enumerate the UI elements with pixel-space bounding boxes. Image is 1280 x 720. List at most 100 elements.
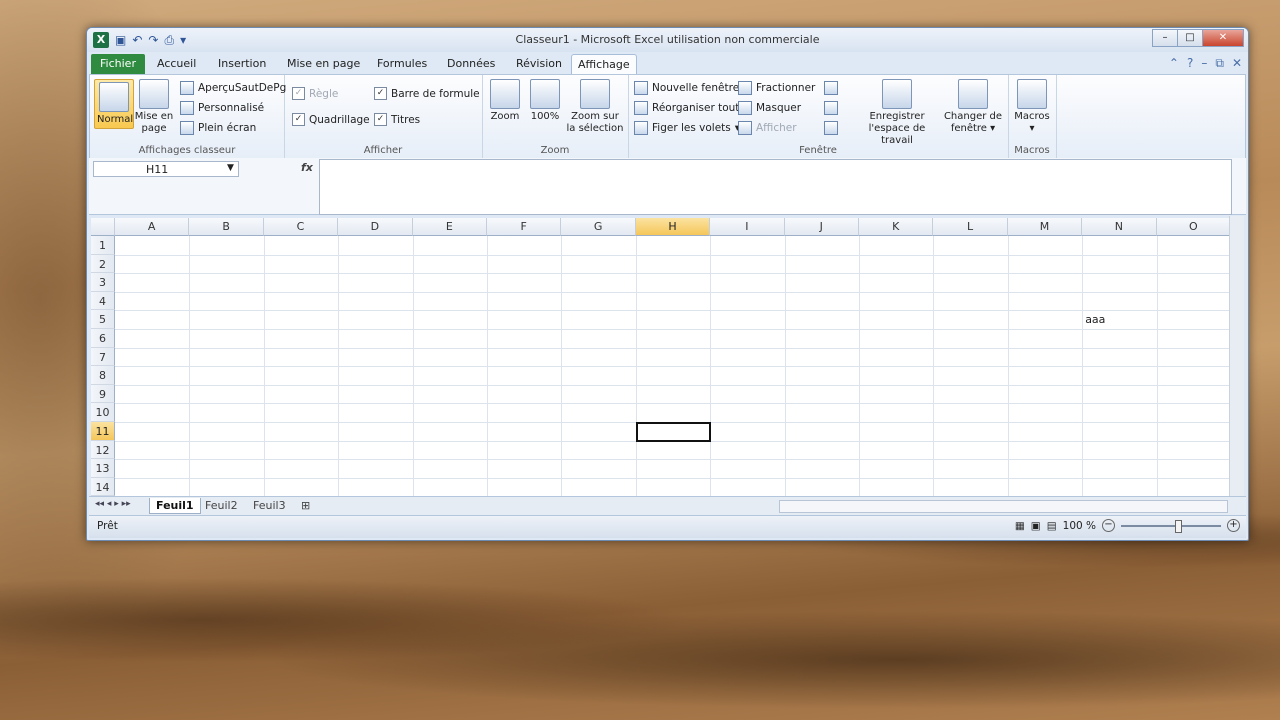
row-header-13[interactable]: 13 bbox=[91, 459, 115, 478]
horizontal-scrollbar[interactable] bbox=[779, 500, 1228, 513]
insert-sheet-icon[interactable]: ⊞ bbox=[295, 498, 316, 513]
row-header-2[interactable]: 2 bbox=[91, 254, 115, 274]
grid-line bbox=[115, 329, 1229, 330]
switch-windows-button[interactable]: Changer de fenêtre ▾ bbox=[942, 79, 1004, 135]
selected-cell[interactable] bbox=[635, 422, 712, 442]
column-header-f[interactable]: F bbox=[487, 218, 562, 236]
column-header-d[interactable]: D bbox=[338, 218, 413, 236]
column-header-c[interactable]: C bbox=[263, 218, 339, 236]
ruler-checkbox[interactable]: ✓ Règle bbox=[292, 87, 338, 100]
arrange-all-button[interactable]: Réorganiser tout bbox=[634, 101, 739, 115]
custom-views-button[interactable]: Personnalisé bbox=[180, 101, 264, 115]
row-header-10[interactable]: 10 bbox=[91, 403, 115, 422]
split-icon bbox=[738, 81, 752, 95]
column-header-j[interactable]: J bbox=[784, 218, 859, 236]
grid-line bbox=[115, 310, 1229, 312]
column-header-i[interactable]: I bbox=[710, 218, 785, 236]
group-afficher: ✓ Règle ✓ Quadrillage ✓ Barre de formule ✓ T… bbox=[284, 75, 483, 158]
macros-button[interactable]: Macros ▾ bbox=[1014, 79, 1050, 135]
zoom-button[interactable]: Zoom bbox=[488, 79, 522, 123]
full-screen-button[interactable]: Plein écran bbox=[180, 121, 256, 135]
sheet-tab-bar: ◂◂ ◂ ▸ ▸▸ Feuil1 Feuil2 Feuil3 ⊞ bbox=[89, 496, 1246, 515]
name-box-dropdown-icon[interactable]: ▼ bbox=[227, 163, 234, 173]
minimize-ribbon-icon[interactable]: ⌃ bbox=[1169, 56, 1179, 71]
row-header-7[interactable]: 7 bbox=[91, 347, 115, 367]
column-header-n[interactable]: N bbox=[1082, 218, 1157, 236]
tab-affichage[interactable]: Affichage bbox=[571, 54, 637, 75]
select-all-corner[interactable] bbox=[91, 218, 115, 236]
zoom-in-icon[interactable]: + bbox=[1227, 519, 1240, 532]
headings-checkbox[interactable]: ✓ Titres bbox=[374, 113, 420, 126]
tab-fichier[interactable]: Fichier bbox=[91, 54, 145, 74]
sheet-tab-feuil1[interactable]: Feuil1 bbox=[149, 498, 201, 514]
column-header-o[interactable]: O bbox=[1156, 218, 1229, 236]
ribbon-right-icons: ⌃ ? – ⧉ ✕ bbox=[1169, 56, 1242, 71]
unhide-button: Afficher bbox=[738, 121, 797, 135]
row-header-4[interactable]: 4 bbox=[91, 291, 115, 311]
row-header-12[interactable]: 12 bbox=[91, 440, 115, 460]
tab-revision[interactable]: Révision bbox=[510, 54, 568, 74]
tab-donnees[interactable]: Données bbox=[441, 54, 501, 74]
normal-view-status-icon[interactable]: ▦ bbox=[1015, 520, 1025, 532]
row-header-3[interactable]: 3 bbox=[91, 273, 115, 292]
help-icon[interactable]: ? bbox=[1187, 56, 1193, 71]
page-break-preview-button[interactable]: AperçuSautDePg bbox=[180, 81, 286, 95]
row-header-6[interactable]: 6 bbox=[91, 329, 115, 348]
vertical-scrollbar[interactable] bbox=[1229, 216, 1244, 496]
column-header-g[interactable]: G bbox=[561, 218, 636, 236]
formula-bar-checkbox[interactable]: ✓ Barre de formule bbox=[374, 87, 480, 100]
maximize-button[interactable]: □ bbox=[1177, 29, 1203, 47]
save-workspace-button[interactable]: Enregistrer l'espace de travail bbox=[852, 79, 942, 147]
row-header-5[interactable]: 5 bbox=[91, 310, 115, 329]
row-header-1[interactable]: 1 bbox=[91, 236, 115, 255]
column-header-m[interactable]: M bbox=[1007, 218, 1083, 236]
column-header-e[interactable]: E bbox=[412, 218, 487, 236]
zoom-100-button[interactable]: 100% bbox=[528, 79, 562, 123]
status-bar: Prêt ▦ ▣ ▤ 100 % − + bbox=[89, 515, 1246, 538]
column-header-a[interactable]: A bbox=[115, 218, 190, 236]
new-window-button[interactable]: Nouvelle fenêtre bbox=[634, 81, 739, 95]
doc-close-icon[interactable]: ✕ bbox=[1232, 56, 1242, 71]
tab-mise-en-page[interactable]: Mise en page bbox=[281, 54, 366, 74]
custom-views-icon bbox=[180, 101, 194, 115]
zoom-selection-button[interactable]: Zoom sur la sélection bbox=[566, 79, 624, 135]
page-break-status-icon[interactable]: ▤ bbox=[1047, 520, 1057, 532]
column-header-l[interactable]: L bbox=[933, 218, 1008, 236]
tab-insertion[interactable]: Insertion bbox=[212, 54, 272, 74]
close-button[interactable]: ✕ bbox=[1202, 29, 1244, 47]
page-layout-status-icon[interactable]: ▣ bbox=[1031, 520, 1041, 532]
grid-line bbox=[115, 459, 1229, 461]
column-header-h[interactable]: H bbox=[635, 218, 711, 236]
full-screen-icon bbox=[180, 121, 194, 135]
spreadsheet-grid[interactable]: A B C D E F G H I J K L M N O 1 2 3 4 5 6 7 8 9 10 11 12 13 14 aaa bbox=[91, 218, 1229, 496]
row-header-9[interactable]: 9 bbox=[91, 384, 115, 404]
normal-view-button[interactable]: Normal bbox=[94, 79, 134, 129]
group-affichages-classeur: Normal Mise en page AperçuSautDePg Perso… bbox=[90, 75, 286, 158]
doc-restore-icon[interactable]: ⧉ bbox=[1215, 56, 1224, 71]
split-button[interactable]: Fractionner bbox=[738, 81, 815, 95]
excel-window: X ▣ ↶ ↷ ⎙ ▾ Classeur1 - Microsoft Excel … bbox=[86, 27, 1249, 541]
column-header-b[interactable]: B bbox=[189, 218, 264, 236]
sheet-tab-feuil3[interactable]: Feuil3 bbox=[247, 498, 292, 513]
column-header-k[interactable]: K bbox=[859, 218, 934, 236]
doc-minimize-icon[interactable]: – bbox=[1201, 56, 1207, 71]
hide-button[interactable]: Masquer bbox=[738, 101, 801, 115]
page-layout-button[interactable]: Mise en page bbox=[134, 79, 174, 135]
gridlines-checkbox[interactable]: ✓ Quadrillage bbox=[292, 113, 370, 126]
name-box[interactable]: H11 bbox=[93, 161, 239, 177]
sheet-nav-arrows-icon[interactable]: ◂◂ ◂ ▸ ▸▸ bbox=[95, 499, 131, 509]
formula-input[interactable] bbox=[319, 159, 1232, 215]
row-header-8[interactable]: 8 bbox=[91, 366, 115, 385]
zoom-level[interactable]: 100 % bbox=[1063, 520, 1096, 532]
zoom-slider[interactable] bbox=[1121, 519, 1221, 533]
zoom-out-icon[interactable]: − bbox=[1102, 519, 1115, 532]
row-header-11[interactable]: 11 bbox=[91, 422, 115, 441]
cell-n5[interactable]: aaa bbox=[1085, 313, 1105, 326]
freeze-panes-button[interactable]: Figer les volets▾ bbox=[634, 121, 740, 135]
tab-formules[interactable]: Formules bbox=[371, 54, 433, 74]
tab-accueil[interactable]: Accueil bbox=[151, 54, 202, 74]
minimize-button[interactable]: – bbox=[1152, 29, 1178, 47]
row-header-14[interactable]: 14 bbox=[91, 477, 115, 496]
fx-icon[interactable]: fx bbox=[301, 161, 313, 174]
sheet-tab-feuil2[interactable]: Feuil2 bbox=[199, 498, 244, 513]
